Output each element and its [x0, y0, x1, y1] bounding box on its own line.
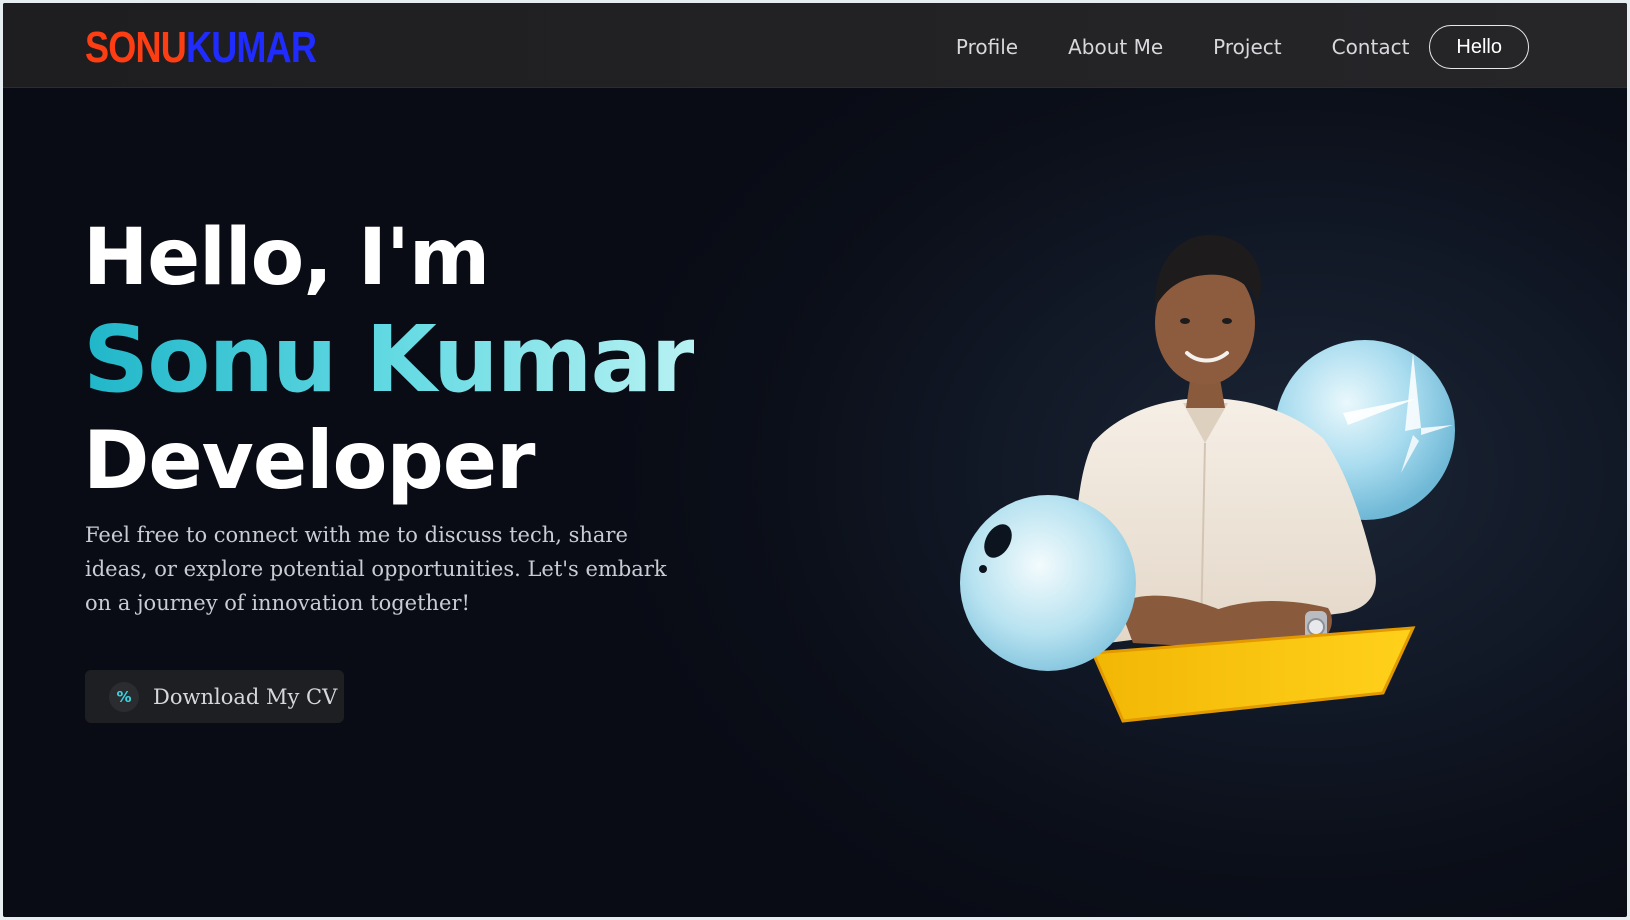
hero-role: Developer [83, 414, 535, 507]
nav-link-project[interactable]: Project [1213, 35, 1281, 59]
hello-button[interactable]: Hello [1429, 25, 1529, 69]
logo-last-name: KUMAR [185, 23, 317, 72]
percent-icon: % [109, 681, 139, 712]
site-logo[interactable]: SONUKUMAR [85, 23, 317, 73]
nav-link-contact[interactable]: Contact [1332, 35, 1410, 59]
nav-links: Profile About Me Project Contact Hello [956, 25, 1529, 69]
hero-greeting: Hello, I'm [83, 213, 490, 303]
nav-link-profile[interactable]: Profile [956, 35, 1018, 59]
logo-first-name: SONU [85, 23, 187, 72]
navbar: SONUKUMAR Profile About Me Project Conta… [3, 3, 1627, 88]
bubble-left [960, 495, 1136, 671]
page-frame: SONUKUMAR Profile About Me Project Conta… [3, 3, 1627, 917]
nav-link-about-me[interactable]: About Me [1068, 35, 1163, 59]
download-cv-button[interactable]: % Download My CV [85, 670, 344, 723]
hero-name: Sonu Kumar [83, 306, 696, 413]
portrait-illustration [960, 234, 1455, 723]
hero-description: Feel free to connect with me to discuss … [85, 523, 667, 615]
download-cv-label: Download My CV [153, 684, 338, 709]
